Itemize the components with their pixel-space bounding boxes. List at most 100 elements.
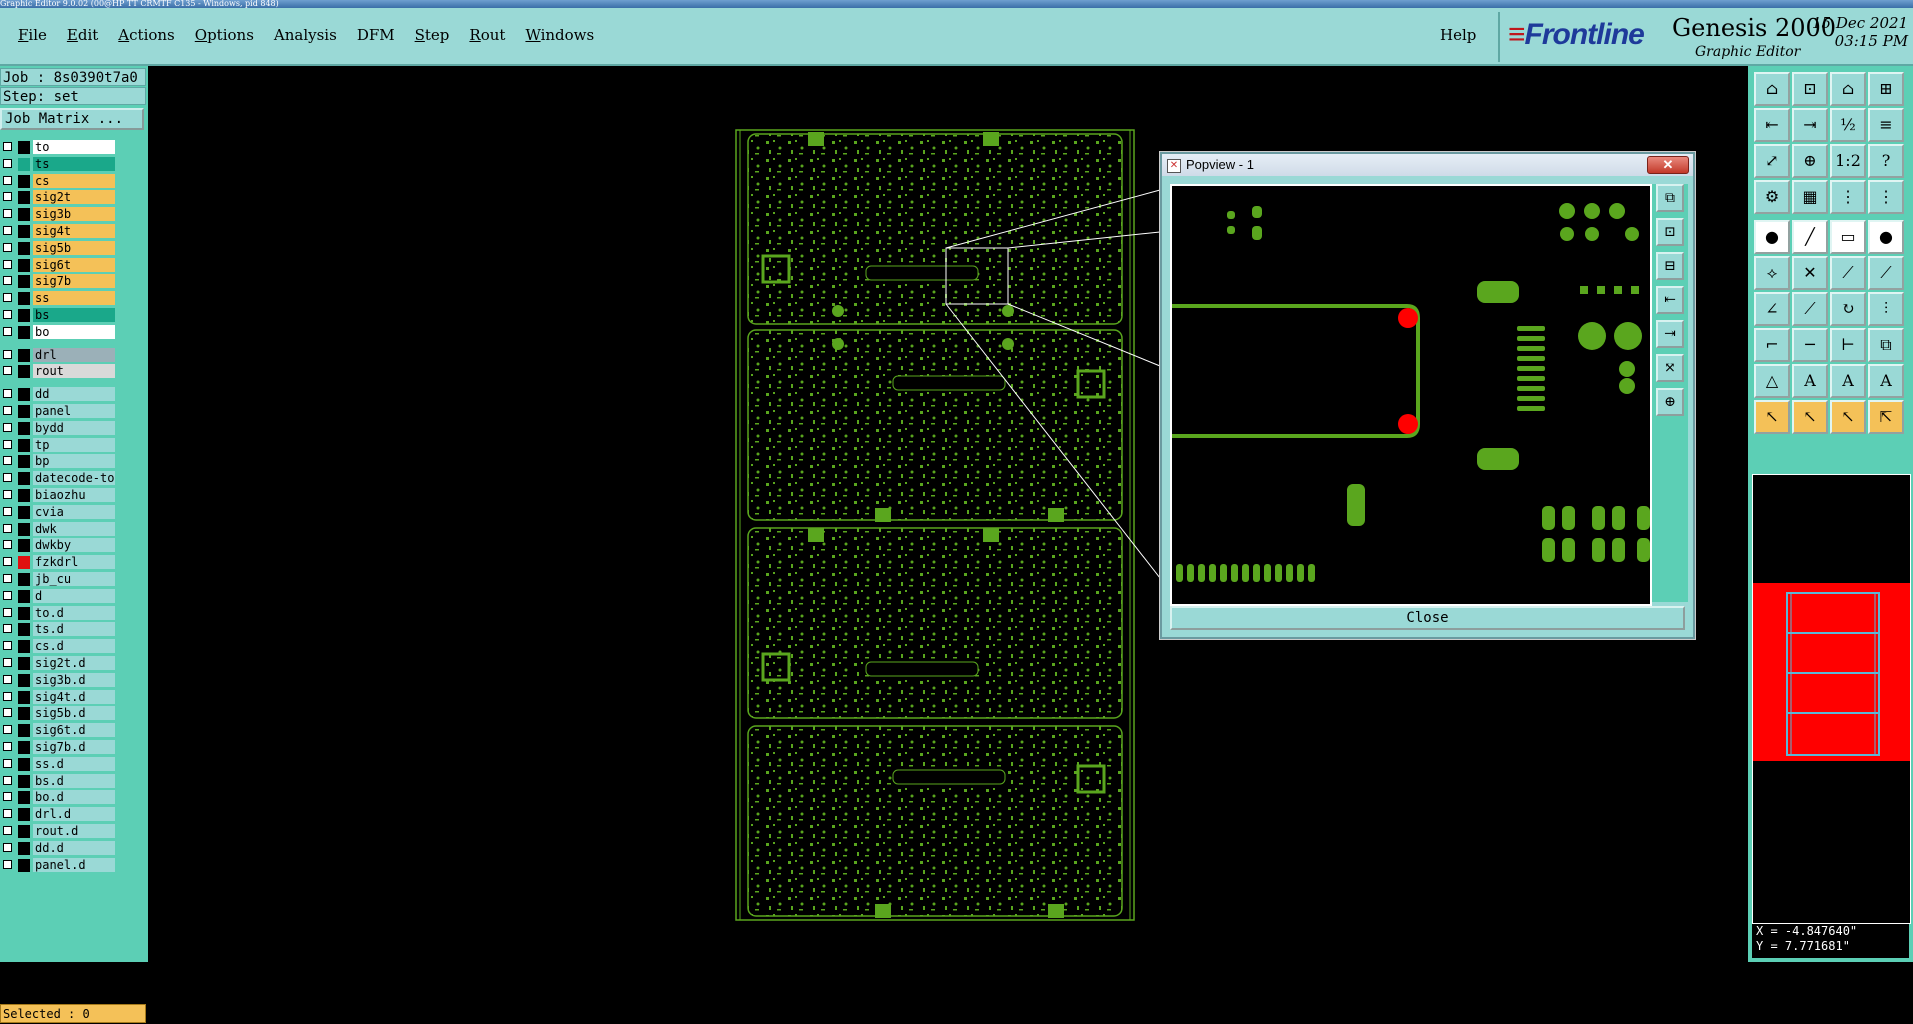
layer-checkbox[interactable]: [3, 366, 12, 376]
layer-checkbox[interactable]: [3, 624, 12, 634]
menu-item[interactable]: Actions: [108, 24, 184, 46]
segment-alt-icon[interactable]: ⟋: [1868, 256, 1904, 290]
layer-checkbox[interactable]: [3, 422, 12, 432]
layer-color-swatch[interactable]: [18, 174, 30, 188]
layer-name[interactable]: sig5b.d: [33, 706, 115, 721]
layer-name[interactable]: sig3b: [33, 207, 115, 222]
text-a-icon[interactable]: A: [1792, 364, 1828, 398]
zoom-out-icon[interactable]: ⊟: [1656, 252, 1684, 280]
layer-name[interactable]: ss: [33, 291, 115, 306]
zoom-in-icon[interactable]: ⊡: [1656, 218, 1684, 246]
layer-row[interactable]: dwk: [0, 521, 120, 537]
layer-checkbox[interactable]: [3, 473, 12, 483]
house-icon[interactable]: ⌂: [1830, 72, 1866, 106]
layer-checkbox[interactable]: [3, 641, 12, 651]
layer-name[interactable]: sig4t.d: [33, 689, 115, 704]
layer-row[interactable]: dwkby: [0, 538, 120, 553]
layer-checkbox[interactable]: [3, 557, 12, 567]
layer-checkbox[interactable]: [3, 540, 12, 550]
layer-color-swatch[interactable]: [18, 858, 30, 872]
layer-checkbox[interactable]: [3, 658, 12, 667]
layer-name[interactable]: drl.d: [33, 807, 115, 822]
layer-row[interactable]: panel.d: [0, 857, 120, 873]
layer-name[interactable]: bo.d: [33, 790, 115, 805]
slope-icon[interactable]: ⟋: [1792, 292, 1828, 326]
layer-checkbox[interactable]: [3, 590, 12, 600]
dim-icon[interactable]: ⊢: [1830, 328, 1866, 362]
layer-row[interactable]: sig7b.d: [0, 740, 120, 755]
hline-icon[interactable]: ─: [1792, 328, 1828, 362]
window-icon[interactable]: ⊞: [1868, 72, 1904, 106]
layer-row[interactable]: dd: [0, 387, 120, 402]
angle-icon[interactable]: ∠: [1754, 292, 1790, 326]
job-matrix-button[interactable]: Job Matrix ...: [0, 108, 144, 130]
layer-row[interactable]: cs.d: [0, 639, 120, 654]
layer-checkbox[interactable]: [3, 326, 12, 336]
layer-name[interactable]: fzkdrl: [33, 555, 115, 570]
layer-row[interactable]: to.d: [0, 605, 120, 621]
layer-row[interactable]: drl: [0, 347, 120, 363]
line-add-icon[interactable]: ╱: [1792, 220, 1828, 254]
layer-row[interactable]: sig6t: [0, 257, 120, 273]
layer-name[interactable]: sig4t: [33, 224, 115, 238]
layer-name[interactable]: sig7b.d: [33, 740, 115, 754]
layer-checkbox[interactable]: [3, 574, 12, 583]
layer-checkbox[interactable]: [3, 758, 12, 768]
layer-row[interactable]: to: [0, 140, 120, 155]
layer-name[interactable]: cs: [33, 173, 115, 188]
layer-row[interactable]: bs: [0, 308, 120, 323]
layer-color-swatch[interactable]: [18, 505, 30, 519]
layer-row[interactable]: biaozhu: [0, 488, 120, 503]
menu-item[interactable]: DFM: [347, 24, 405, 46]
layer-checkbox[interactable]: [3, 506, 12, 516]
layer-row[interactable]: fzkdrl: [0, 555, 120, 570]
menu-item[interactable]: Edit: [57, 24, 108, 46]
layer-color-swatch[interactable]: [18, 191, 30, 205]
layer-name[interactable]: cvia: [33, 504, 115, 519]
layer-row[interactable]: sig4t: [0, 224, 120, 239]
hash-icon[interactable]: ⫶: [1868, 292, 1904, 326]
layer-checkbox[interactable]: [3, 775, 12, 785]
layer-name[interactable]: dwkby: [33, 538, 115, 553]
pad-add-icon[interactable]: ●: [1754, 220, 1790, 254]
layer-name[interactable]: bs: [33, 308, 115, 322]
layer-row[interactable]: bydd: [0, 420, 120, 436]
layer-checkbox[interactable]: [3, 209, 12, 219]
text-a3-icon[interactable]: A: [1868, 364, 1904, 398]
layer-checkbox[interactable]: [3, 192, 12, 202]
layer-color-swatch[interactable]: [18, 208, 30, 222]
circle-icon[interactable]: ●: [1868, 220, 1904, 254]
layer-name[interactable]: panel: [33, 404, 115, 418]
half-icon[interactable]: ½: [1830, 108, 1866, 142]
layer-checkbox[interactable]: [3, 826, 12, 835]
layer-row[interactable]: cvia: [0, 504, 120, 520]
layer-color-swatch[interactable]: [18, 539, 30, 553]
layer-name[interactable]: jb_cu: [33, 572, 115, 586]
layer-name[interactable]: sig6t.d: [33, 723, 115, 738]
layer-checkbox[interactable]: [3, 259, 12, 269]
layer-color-swatch[interactable]: [18, 640, 30, 654]
grid-icon[interactable]: ▦: [1792, 180, 1828, 214]
layer-name[interactable]: datecode-to: [33, 471, 115, 486]
layer-color-swatch[interactable]: [18, 365, 30, 379]
layer-checkbox[interactable]: [3, 142, 12, 151]
layer-name[interactable]: drl: [33, 347, 115, 362]
menu-item[interactable]: Windows: [515, 24, 604, 46]
layer-checkbox[interactable]: [3, 725, 12, 735]
layer-row[interactable]: cs: [0, 173, 120, 189]
layer-name[interactable]: panel.d: [33, 857, 115, 872]
layer-name[interactable]: ss.d: [33, 756, 115, 771]
layer-checkbox[interactable]: [3, 456, 12, 466]
layer-name[interactable]: dd: [33, 387, 115, 402]
layer-checkbox[interactable]: [3, 439, 12, 449]
layer-color-swatch[interactable]: [18, 157, 30, 171]
layer-checkbox[interactable]: [3, 226, 12, 235]
layer-color-swatch[interactable]: [18, 141, 30, 154]
layer-checkbox[interactable]: [3, 406, 12, 415]
layer-color-swatch[interactable]: [18, 808, 30, 822]
layer-row[interactable]: sig5b.d: [0, 706, 120, 721]
layer-color-swatch[interactable]: [18, 741, 30, 754]
layer-row[interactable]: jb_cu: [0, 572, 120, 587]
layer-name[interactable]: rout.d: [33, 824, 115, 838]
layer-color-swatch[interactable]: [18, 774, 30, 788]
